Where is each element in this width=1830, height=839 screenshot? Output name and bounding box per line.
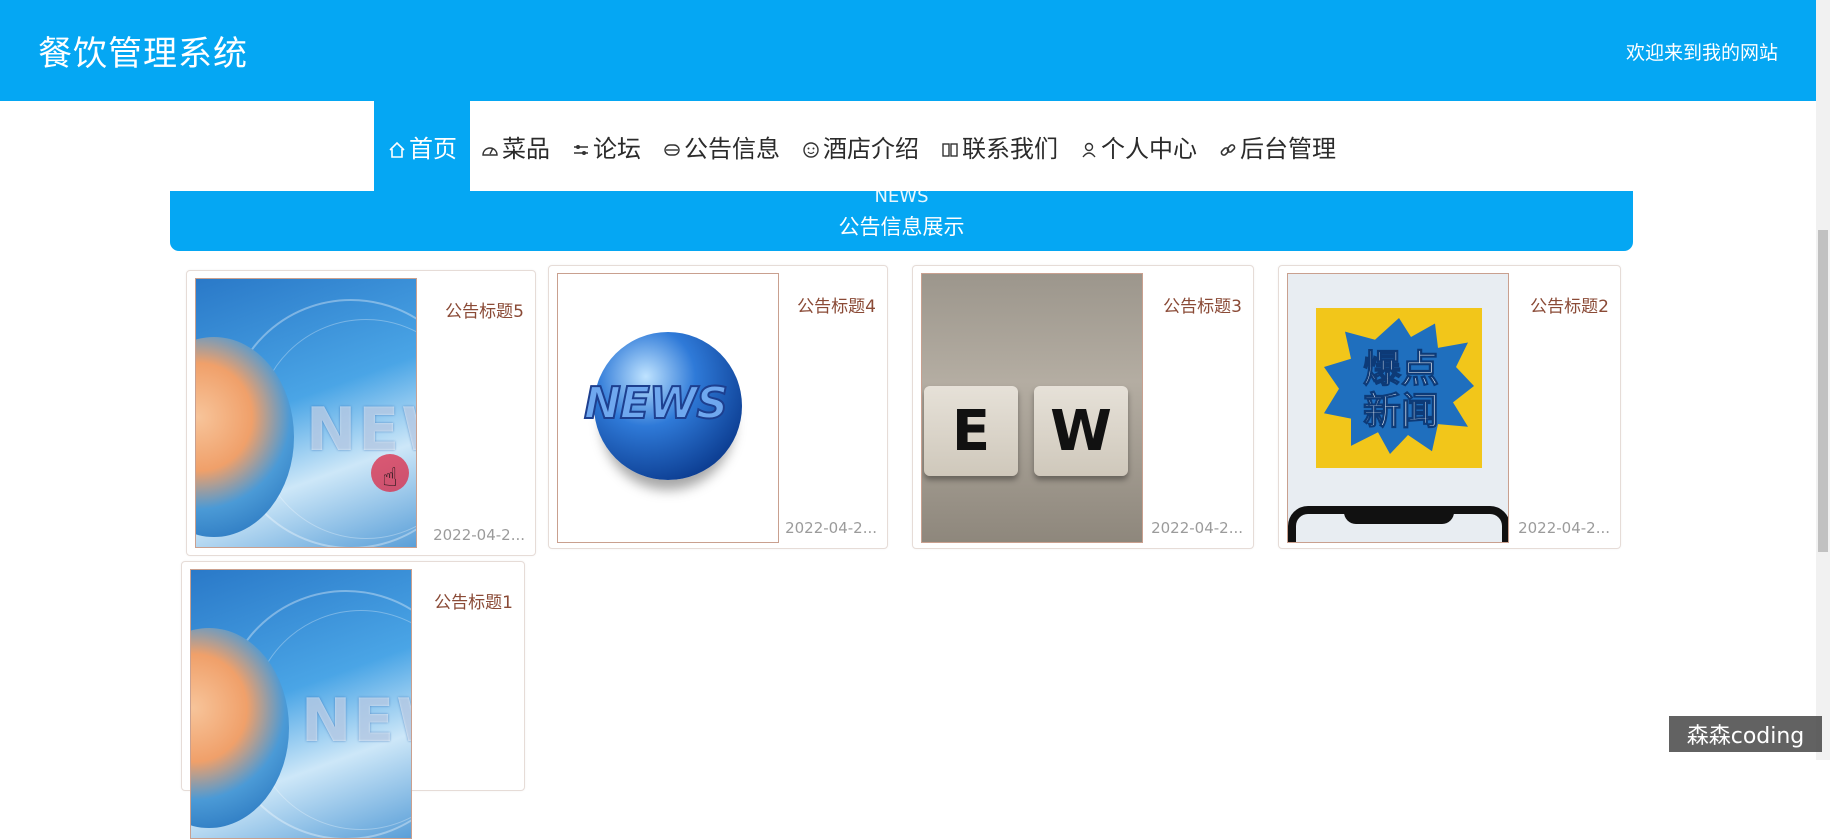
main-nav: 首页 菜品 论坛 公告信息 酒店介绍 联系我们 个人中心 xyxy=(374,101,1347,191)
notice-image[interactable]: 爆点新闻 xyxy=(1287,273,1509,543)
book-icon xyxy=(941,137,959,155)
nav-label-contact: 联系我们 xyxy=(962,129,1058,164)
banner-title: 公告信息展示 xyxy=(170,211,1633,241)
notice-card[interactable]: 爆点新闻 公告标题2 2022-04-2... xyxy=(1278,265,1621,549)
notice-card[interactable]: NEWS 公告标题1 xyxy=(181,561,525,791)
header-bar: 餐饮管理系统 欢迎来到我的网站 xyxy=(0,0,1816,101)
notice-image[interactable]: E W xyxy=(921,273,1143,543)
dice-e: E xyxy=(924,386,1018,476)
watermark: 森森coding xyxy=(1669,716,1822,752)
notice-date: 2022-04-2... xyxy=(433,526,525,544)
notice-title[interactable]: 公告标题5 xyxy=(445,297,524,322)
link-icon xyxy=(1219,137,1237,155)
news-graphic-text: NEWS xyxy=(306,395,417,465)
printer-icon xyxy=(663,137,681,155)
home-icon xyxy=(388,137,406,155)
breaking-news-text: 爆点新闻 xyxy=(1346,348,1456,432)
scrollbar-thumb[interactable] xyxy=(1818,230,1828,552)
dashboard-icon xyxy=(481,137,499,155)
nav-label-profile: 个人中心 xyxy=(1101,129,1197,164)
notice-card[interactable]: NEWS ☝ 公告标题5 2022-04-2... xyxy=(186,270,536,556)
notice-date: 2022-04-2... xyxy=(1151,519,1243,537)
nav-item-admin[interactable]: 后台管理 xyxy=(1208,101,1347,191)
nav-item-dishes[interactable]: 菜品 xyxy=(470,101,561,191)
notice-image[interactable]: NEWS ☝ xyxy=(195,278,417,548)
dice-w: W xyxy=(1034,386,1128,476)
user-icon xyxy=(1080,137,1098,155)
notice-title[interactable]: 公告标题3 xyxy=(1163,292,1242,317)
notice-title[interactable]: 公告标题2 xyxy=(1530,292,1609,317)
news-graphic-text: NEWS xyxy=(584,378,727,429)
nav-label-forum: 论坛 xyxy=(593,129,641,164)
notice-date: 2022-04-2... xyxy=(1518,519,1610,537)
section-banner: NEWS 公告信息展示 xyxy=(170,191,1633,251)
page-scrollbar[interactable] xyxy=(1816,0,1830,760)
hand-cursor-icon: ☝ xyxy=(382,463,398,493)
notice-title[interactable]: 公告标题4 xyxy=(797,292,876,317)
nav-item-forum[interactable]: 论坛 xyxy=(561,101,652,191)
nav-label-admin: 后台管理 xyxy=(1240,129,1336,164)
smile-icon xyxy=(802,137,820,155)
nav-item-profile[interactable]: 个人中心 xyxy=(1069,101,1208,191)
nav-item-contact[interactable]: 联系我们 xyxy=(930,101,1069,191)
notice-date: 2022-04-2... xyxy=(785,519,877,537)
nav-label-notices: 公告信息 xyxy=(684,129,780,164)
welcome-text: 欢迎来到我的网站 xyxy=(1626,38,1778,65)
news-graphic-text: NEWS xyxy=(301,686,412,756)
nav-item-home[interactable]: 首页 xyxy=(374,101,470,191)
nav-label-home: 首页 xyxy=(409,129,457,164)
site-title[interactable]: 餐饮管理系统 xyxy=(38,26,248,75)
notice-card[interactable]: E W 公告标题3 2022-04-2... xyxy=(912,265,1254,549)
banner-subtitle: NEWS xyxy=(170,188,1633,206)
notice-card[interactable]: NEWS 公告标题4 2022-04-2... xyxy=(548,265,888,549)
nav-label-hotel: 酒店介绍 xyxy=(823,129,919,164)
notice-image[interactable]: NEWS xyxy=(190,569,412,839)
nav-item-hotel[interactable]: 酒店介绍 xyxy=(791,101,930,191)
nav-item-notices[interactable]: 公告信息 xyxy=(652,101,791,191)
sliders-icon xyxy=(572,137,590,155)
nav-label-dishes: 菜品 xyxy=(502,129,550,164)
notice-image[interactable]: NEWS xyxy=(557,273,779,543)
notice-title[interactable]: 公告标题1 xyxy=(434,588,513,613)
